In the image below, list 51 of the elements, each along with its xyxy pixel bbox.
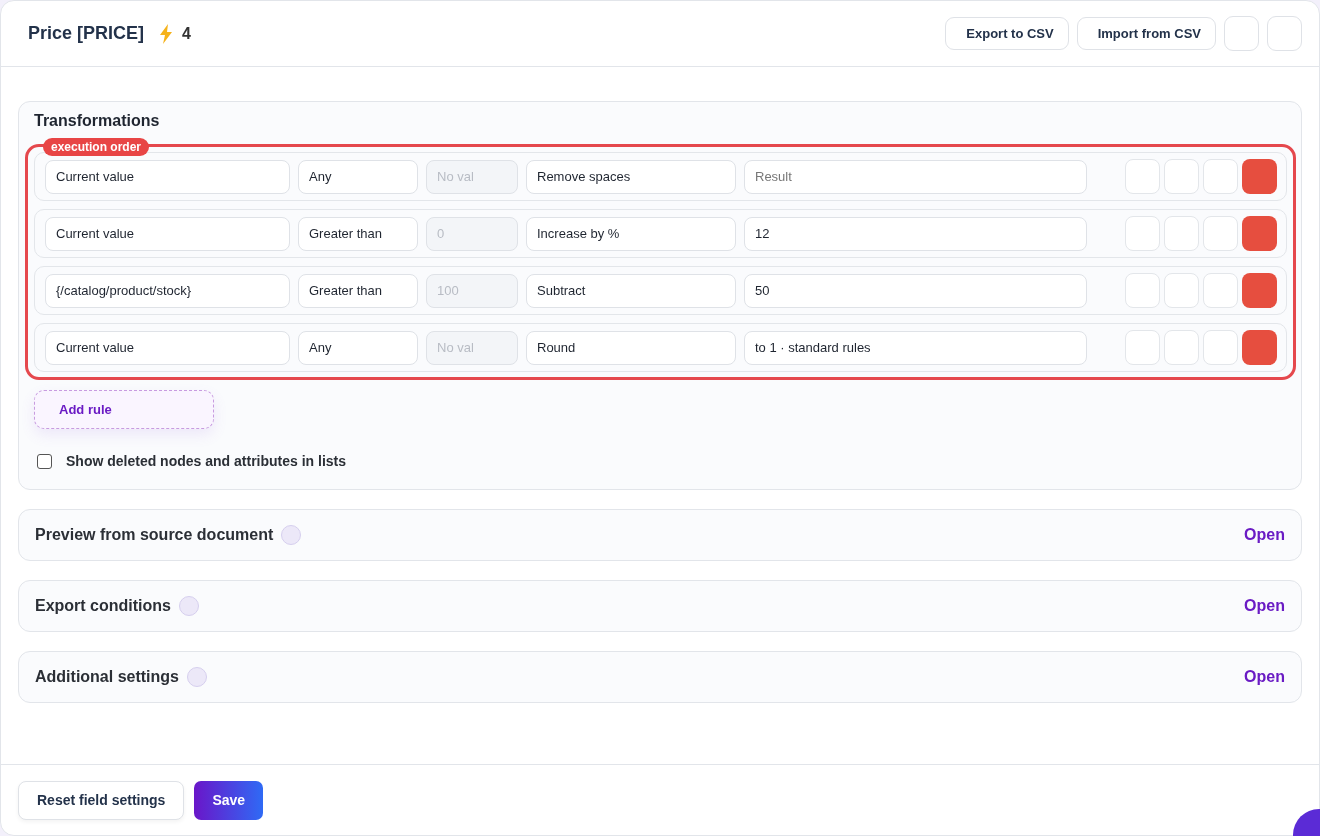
delete-button[interactable] [1242,330,1277,365]
checkbox-label: Show deleted nodes and attributes in lists [66,453,347,469]
action-select[interactable]: Remove spaces [526,159,736,194]
square-button[interactable] [1164,216,1199,251]
action-select[interactable]: Increase by % [526,216,736,251]
section-title: Export conditions [35,597,171,615]
source-field[interactable]: Current value [45,216,290,251]
result-field[interactable]: 12 [744,216,1087,251]
square-button[interactable] [1164,159,1199,194]
export-button[interactable]: Export to CSV [945,17,1069,50]
result-field[interactable]: to 1 · standard rules [744,330,1087,365]
import-button[interactable]: Import from CSV [1076,17,1216,50]
source-field[interactable]: Current value [45,159,290,194]
checkbox[interactable] [37,453,52,469]
condition-select[interactable]: Greater than [298,273,418,308]
result-field[interactable]: Result [744,159,1087,194]
section-title: Additional settings [35,668,179,686]
condition-select[interactable]: Any [298,159,418,194]
circle-icon [187,667,207,687]
circle-icon [281,525,302,545]
open-link[interactable]: Open [1244,526,1285,544]
delete-button[interactable] [1242,273,1277,308]
condition-select[interactable]: Greater than [298,216,418,251]
square-button[interactable] [1224,16,1259,51]
lightning-icon [158,23,175,44]
open-link[interactable]: Open [1244,668,1285,686]
square-button[interactable] [1125,159,1160,194]
square-button[interactable] [1164,273,1199,308]
source-field[interactable]: {/catalog/product/stock} [45,273,290,308]
execution-order-badge: execution order [43,138,150,156]
add-rule-button[interactable]: Add rule [34,390,214,429]
save-button[interactable]: Save [194,780,264,820]
square-button[interactable] [1125,273,1160,308]
action-select[interactable]: Round [526,330,736,365]
square-button[interactable] [1164,330,1199,365]
section-title: Preview from source document [35,526,274,544]
result-field[interactable]: 50 [744,273,1087,308]
square-button[interactable] [1125,216,1160,251]
source-field[interactable]: Current value [45,330,290,365]
rule-count: 4 [182,24,191,43]
delete-button[interactable] [1242,159,1277,194]
section-title: Transformations [34,112,160,130]
condition-select[interactable]: Any [298,330,418,365]
reset-button[interactable]: Reset field settings [18,780,185,820]
field-title: Price [PRICE] [28,23,145,44]
square-button[interactable] [1125,330,1160,365]
open-link[interactable]: Open [1244,597,1285,615]
delete-button[interactable] [1242,216,1277,251]
action-select[interactable]: Subtract [526,273,736,308]
square-button[interactable] [1267,16,1302,51]
circle-icon [179,596,199,616]
